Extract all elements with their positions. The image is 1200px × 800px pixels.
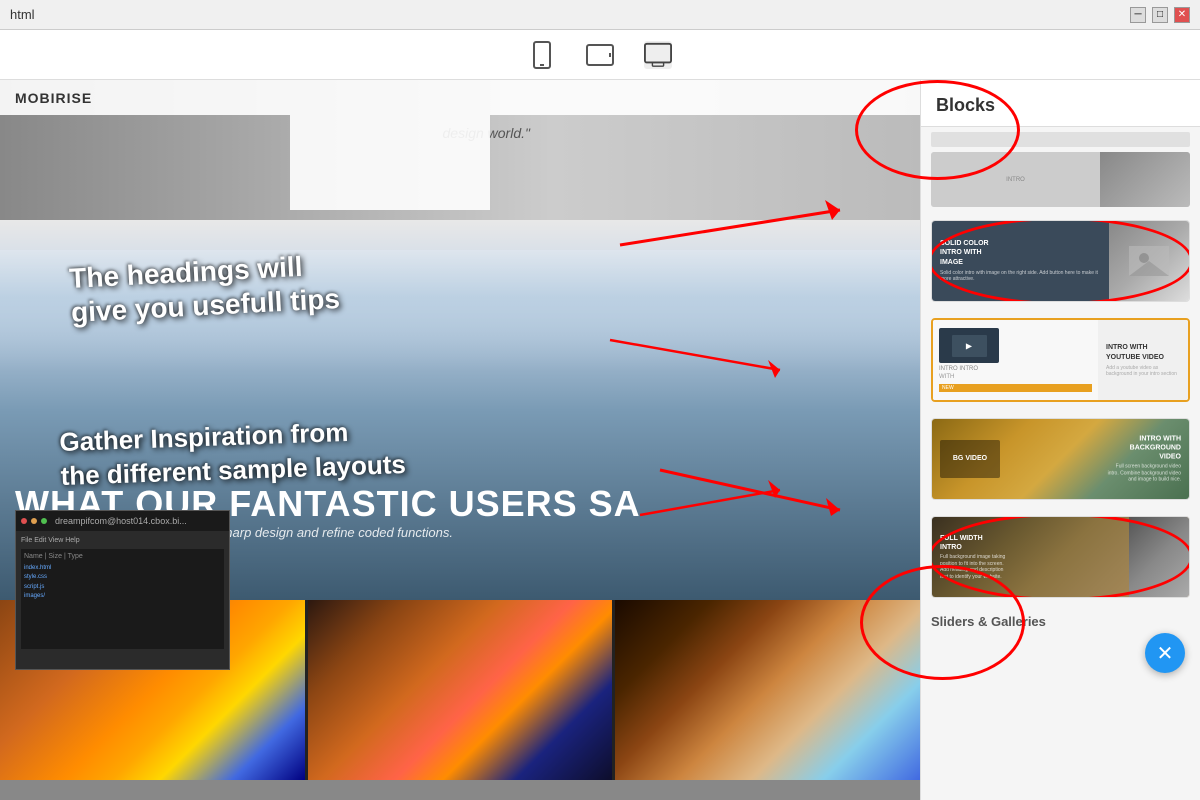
block-yt-thumbnail	[939, 328, 999, 363]
block-yt-left: INTRO INTROWITH NEW	[933, 320, 1098, 400]
chat-popup-body: File Edit View Help Name | Size | Type i…	[16, 531, 229, 654]
preview-white-box	[290, 115, 490, 210]
chat-popup-title: dreampifcom@host014.cbox.bi...	[55, 516, 187, 526]
fab-container: ✕	[921, 633, 1200, 693]
top-cut-block-left: INTRO	[931, 152, 1100, 207]
desktop-view-button[interactable]	[644, 41, 672, 69]
chat-popup-header: dreampifcom@host014.cbox.bi...	[16, 511, 229, 531]
blocks-panel-title: Blocks	[921, 80, 1200, 127]
minimize-button[interactable]: ─	[1130, 7, 1146, 23]
block-fullwidth-preview: FULL WIDTHINTRO Full background image ta…	[932, 517, 1189, 597]
top-cut-block[interactable]: INTRO	[931, 152, 1190, 207]
mobile-view-button[interactable]	[528, 41, 556, 69]
chat-list-header: Name | Size | Type	[24, 552, 221, 562]
block-solid-color-intro[interactable]: SOLID COLORINTRO WITHIMAGE Solid color i…	[931, 220, 1190, 302]
top-partial-block	[931, 132, 1190, 147]
device-toolbar	[0, 30, 1200, 80]
block-bgvideo-intro[interactable]: BG VIDEO INTRO WITHBACKGROUNDVIDEO Full …	[931, 418, 1190, 500]
block-bgvid-title-area: INTRO WITHBACKGROUNDVIDEO Full screen ba…	[1108, 435, 1181, 484]
chat-menu-bar: File Edit View Help	[21, 536, 224, 546]
chat-list-items: index.htmlstyle.cssscript.jsimages/	[24, 564, 221, 602]
block-yt-preview: INTRO INTROWITH NEW INTRO WITHYOUTUBE VI…	[933, 320, 1188, 400]
block-solid-preview: SOLID COLORINTRO WITHIMAGE Solid color i…	[932, 221, 1189, 301]
top-cut-label: INTRO	[1006, 177, 1025, 183]
block-yt-player	[952, 335, 987, 357]
block-bgvid-desc: Full screen background videointro. Combi…	[1108, 464, 1181, 484]
chat-close-dot	[21, 518, 27, 524]
block-yt-title: INTRO WITHYOUTUBE VIDEO	[1106, 343, 1180, 361]
maximize-button[interactable]: □	[1152, 7, 1168, 23]
block-solid-desc: Solid color intro with image on the righ…	[940, 270, 1101, 283]
block-solid-img-content	[1109, 221, 1189, 301]
block-bgvid-left-info: BG VIDEO	[940, 440, 1000, 478]
block-yt-mini-text: INTRO INTROWITH	[939, 366, 1092, 380]
block-fullwidth-title-text: FULL WIDTHINTRO	[940, 534, 1005, 552]
block-yt-right: INTRO WITHYOUTUBE VIDEO Add a youtube vi…	[1098, 320, 1188, 400]
block-bgvid-preview: BG VIDEO INTRO WITHBACKGROUNDVIDEO Full …	[932, 419, 1189, 499]
preview-top-section: MOBIRISE design world."	[0, 80, 920, 220]
window-controls: ─ □ ✕	[1130, 7, 1190, 23]
bottom-image-2	[308, 600, 613, 780]
block-fullwidth-title-area: FULL WIDTHINTRO Full background image ta…	[940, 534, 1005, 580]
top-cut-block-right	[1100, 152, 1190, 207]
chat-max-dot	[41, 518, 47, 524]
chat-file-list: Name | Size | Type index.htmlstyle.csssc…	[21, 549, 224, 649]
block-yt-badge: NEW	[939, 384, 1092, 392]
close-panel-button[interactable]: ✕	[1145, 633, 1185, 673]
title-text: html	[10, 7, 35, 22]
tablet-view-button[interactable]	[586, 41, 614, 69]
preview-logo: MOBIRISE	[15, 90, 92, 106]
block-solid-title: SOLID COLORINTRO WITHIMAGE	[940, 239, 1101, 266]
bottom-image-3	[615, 600, 920, 780]
block-solid-image	[1109, 221, 1189, 301]
titlebar: html ─ □ ✕	[0, 0, 1200, 30]
block-bgvid-thumbnail: BG VIDEO	[940, 440, 1000, 478]
close-button[interactable]: ✕	[1174, 7, 1190, 23]
block-fullwidth-intro[interactable]: FULL WIDTHINTRO Full background image ta…	[931, 516, 1190, 598]
blocks-panel: Blocks INTRO SOLID COLORINTRO WITHIMAGE …	[920, 80, 1200, 800]
canvas-area: MOBIRISE design world." The headings wil…	[0, 80, 920, 800]
block-bgvid-thumb-text: BG VIDEO	[953, 455, 987, 463]
block-youtube-intro[interactable]: INTRO INTROWITH NEW INTRO WITHYOUTUBE VI…	[931, 318, 1190, 402]
block-yt-desc: Add a youtube video as background in you…	[1106, 365, 1180, 377]
website-preview: MOBIRISE design world." The headings wil…	[0, 80, 920, 800]
tip-text-2: Gather Inspiration from the different sa…	[59, 414, 406, 494]
tip-text-1: The headings will give you usefull tips	[68, 248, 340, 329]
block-solid-left: SOLID COLORINTRO WITHIMAGE Solid color i…	[932, 221, 1109, 301]
block-fullwidth-desc: Full background image takingposition to …	[940, 554, 1005, 580]
chat-popup: dreampifcom@host014.cbox.bi... File Edit…	[15, 510, 230, 670]
chat-min-dot	[31, 518, 37, 524]
main-layout: MOBIRISE design world." The headings wil…	[0, 80, 1200, 800]
sliders-section-label: Sliders & Galleries	[921, 606, 1200, 633]
block-bgvid-title-text: INTRO WITHBACKGROUNDVIDEO	[1108, 435, 1181, 462]
block-fullwidth-image	[1129, 517, 1189, 597]
preview-navbar: MOBIRISE	[0, 80, 920, 115]
